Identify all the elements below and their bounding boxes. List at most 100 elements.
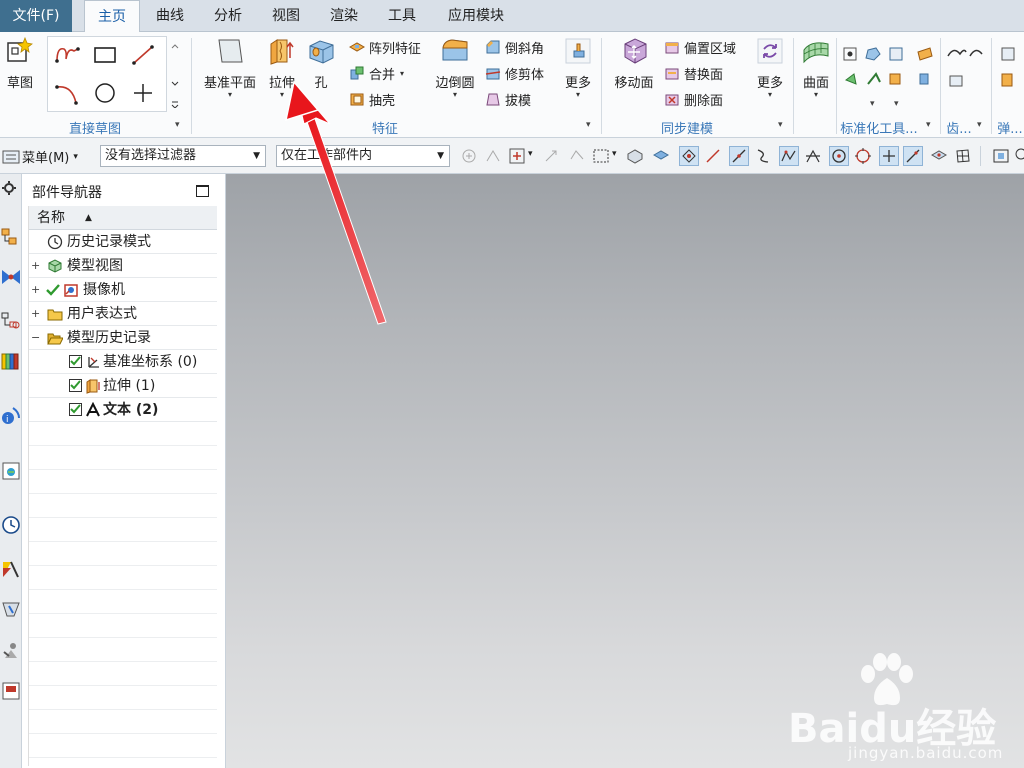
surface-button[interactable]: 曲面 ▾: [798, 36, 834, 99]
snap-icon[interactable]: [542, 147, 560, 165]
feature-more-button[interactable]: 更多 ▾: [560, 36, 596, 99]
selection-scope-select[interactable]: 仅在工作部件内 ▼: [276, 145, 450, 167]
assembly-navigator-icon[interactable]: [1, 226, 21, 248]
tree-item-cameras[interactable]: + 摄像机: [29, 278, 217, 302]
snap-endpoint-icon[interactable]: [679, 146, 699, 166]
group-launcher[interactable]: ▾: [977, 120, 982, 130]
tab-analysis[interactable]: 分析: [204, 0, 252, 32]
snap-point-icon[interactable]: [879, 146, 899, 166]
snap-midpoint-icon[interactable]: [729, 146, 749, 166]
reuse-library-icon[interactable]: [1, 350, 21, 372]
history-clock-icon[interactable]: [1, 514, 21, 536]
expand-icon[interactable]: +: [31, 278, 40, 302]
snap-quadrant-icon[interactable]: [854, 147, 872, 165]
tab-view[interactable]: 视图: [262, 0, 310, 32]
visibility-checkbox[interactable]: [69, 379, 82, 392]
edge-blend-button[interactable]: 边倒圆 ▾: [430, 36, 480, 99]
fit-view-icon[interactable]: [992, 147, 1010, 165]
circle-icon[interactable]: [90, 79, 120, 107]
empty-row: [29, 734, 217, 758]
visibility-checkbox[interactable]: [69, 355, 82, 368]
sync-more-button[interactable]: 更多 ▾: [752, 36, 788, 99]
rectangle-icon[interactable]: [90, 41, 120, 69]
manufacturing-wizard-icon[interactable]: [1, 598, 21, 620]
tree-item-datum-csys[interactable]: 基准坐标系 (0): [29, 350, 217, 374]
roles-icon[interactable]: [1, 640, 21, 662]
file-menu[interactable]: 文件(F): [0, 0, 72, 32]
graphics-window[interactable]: Baidu经验 jingyan.baidu.com: [226, 174, 1024, 768]
watermark: Baidu经验 jingyan.baidu.com: [788, 652, 1018, 762]
sketch-button[interactable]: 草图: [2, 36, 38, 91]
chamfer-button[interactable]: 倒斜角: [485, 36, 544, 58]
tree-item-user-expressions[interactable]: + 用户表达式: [29, 302, 217, 326]
snap-on-face-icon[interactable]: [930, 147, 948, 165]
snap-curve-icon[interactable]: [754, 147, 772, 165]
datum-plane-button[interactable]: 基准平面 ▾: [200, 36, 260, 99]
tab-render[interactable]: 渲染: [320, 0, 368, 32]
web-browser-icon[interactable]: [1, 460, 21, 482]
unite-button[interactable]: 合并 ▾: [349, 62, 404, 84]
hd3d-tools-icon[interactable]: i: [1, 404, 21, 426]
profile-icon[interactable]: [52, 41, 82, 69]
extrude-button[interactable]: 拉伸 ▾: [264, 36, 300, 99]
hole-button[interactable]: 孔: [305, 36, 337, 91]
tree-item-model-views[interactable]: + 模型视图: [29, 254, 217, 278]
line-icon[interactable]: [128, 41, 158, 69]
tab-application[interactable]: 应用模块: [436, 0, 516, 32]
expand-icon[interactable]: +: [31, 302, 40, 326]
empty-row: [29, 662, 217, 686]
chevron-down-icon[interactable]: ▾: [528, 149, 533, 159]
main-menu-button[interactable]: 菜单(M) ▾: [2, 147, 78, 166]
select-plus-icon[interactable]: [508, 147, 526, 165]
settings-gear-icon[interactable]: [1, 178, 21, 200]
constraint-navigator-icon[interactable]: [1, 266, 21, 288]
collapse-icon[interactable]: −: [31, 326, 40, 350]
deselect-icon[interactable]: [568, 147, 586, 165]
snap-control-point-icon[interactable]: [779, 146, 799, 166]
snap-line-icon[interactable]: [704, 147, 722, 165]
pattern-feature-button[interactable]: 阵列特征: [349, 36, 421, 58]
rectangle-select-icon[interactable]: [592, 147, 610, 165]
maximize-icon[interactable]: [196, 185, 209, 197]
shell-button[interactable]: 抽壳: [349, 88, 395, 110]
select-face-icon[interactable]: [652, 147, 670, 165]
replace-face-button[interactable]: 替换面: [664, 62, 723, 84]
arc-icon[interactable]: [52, 79, 82, 107]
select-body-icon[interactable]: [626, 147, 644, 165]
type-filter-select[interactable]: 没有选择过滤器 ▼: [100, 145, 266, 167]
checkmark-icon: [46, 284, 60, 296]
snap-on-curve-icon[interactable]: [903, 146, 923, 166]
draft-button[interactable]: 拔模: [485, 88, 531, 110]
snap-bounded-grid-icon[interactable]: [954, 147, 972, 165]
tab-tools[interactable]: 工具: [378, 0, 426, 32]
zoom-icon[interactable]: [1014, 147, 1024, 165]
chevron-down-icon[interactable]: ▾: [612, 149, 617, 159]
expand-icon[interactable]: +: [31, 254, 40, 278]
group-launcher[interactable]: ▾: [175, 120, 180, 130]
gallery-scroll-icon[interactable]: [170, 42, 180, 108]
trim-body-button[interactable]: 修剪体: [485, 62, 544, 84]
tab-curve[interactable]: 曲线: [146, 0, 194, 32]
move-face-button[interactable]: 移动面: [610, 36, 658, 91]
type-filter-value: 没有选择过滤器: [105, 148, 197, 163]
offset-region-button[interactable]: 偏置区域: [664, 36, 736, 58]
general-selection-icon[interactable]: [460, 147, 478, 165]
visibility-checkbox[interactable]: [69, 403, 82, 416]
group-launcher[interactable]: ▾: [586, 120, 591, 130]
feature-selection-icon[interactable]: [484, 147, 502, 165]
column-header-name[interactable]: 名称 ▲: [29, 206, 217, 230]
system-materials-icon[interactable]: [1, 680, 21, 702]
tree-item-extrude[interactable]: 拉伸 (1): [29, 374, 217, 398]
tree-item-history-mode[interactable]: 历史记录模式: [29, 230, 217, 254]
tab-home[interactable]: 主页: [84, 0, 140, 33]
point-icon[interactable]: [128, 79, 158, 107]
part-navigator-icon[interactable]: [1, 310, 21, 332]
snap-intersection-icon[interactable]: [804, 147, 822, 165]
tree-item-model-history[interactable]: − 模型历史记录: [29, 326, 217, 350]
process-studio-icon[interactable]: [1, 558, 21, 580]
group-launcher[interactable]: ▾: [778, 120, 783, 130]
snap-arc-center-icon[interactable]: [829, 146, 849, 166]
tree-item-text[interactable]: 文本 (2): [29, 398, 217, 422]
group-launcher[interactable]: ▾: [926, 120, 931, 130]
delete-face-button[interactable]: 删除面: [664, 88, 723, 110]
